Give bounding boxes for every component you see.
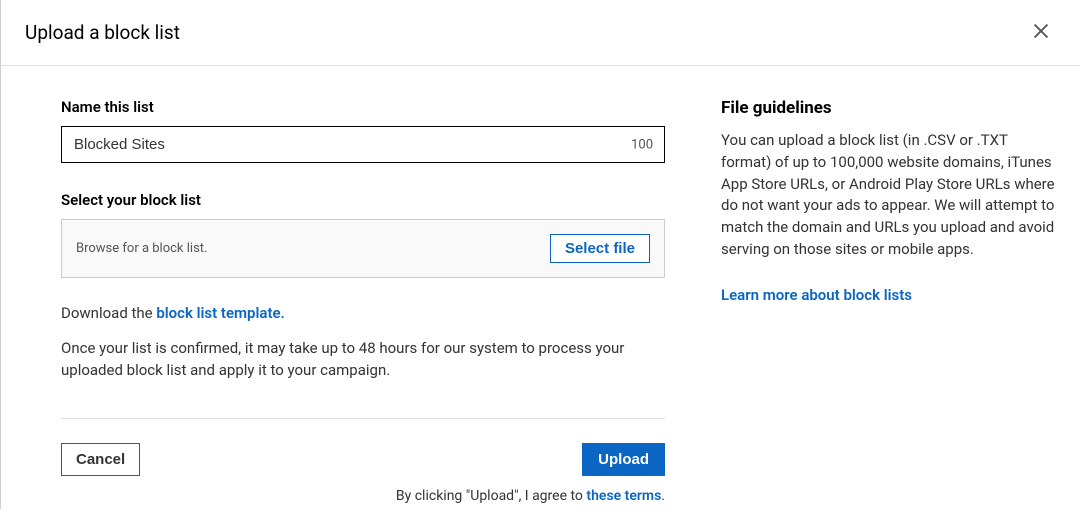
terms-line: By clicking "Upload", I agree to these t… (61, 488, 665, 504)
terms-link[interactable]: these terms (586, 488, 661, 504)
char-remaining: 100 (631, 137, 653, 152)
divider (61, 418, 665, 419)
name-label: Name this list (61, 98, 665, 116)
terms-suffix: . (661, 488, 665, 504)
modal-body: Name this list 100 Select your block lis… (1, 66, 1080, 520)
upload-block-list-modal: Upload a block list Name this list 100 S… (0, 0, 1080, 509)
close-icon (1030, 20, 1052, 45)
list-name-input[interactable] (61, 126, 665, 163)
guidelines-title: File guidelines (721, 98, 1056, 118)
download-prefix: Download the (61, 304, 156, 322)
download-template-link[interactable]: block list template. (156, 304, 284, 322)
select-file-button[interactable]: Select file (550, 234, 650, 263)
select-file-label: Select your block list (61, 191, 665, 209)
form-column: Name this list 100 Select your block lis… (61, 98, 665, 504)
browse-placeholder: Browse for a block list. (76, 241, 207, 256)
learn-more-link[interactable]: Learn more about block lists (721, 286, 912, 304)
browse-box: Browse for a block list. Select file (61, 219, 665, 278)
close-button[interactable] (1026, 16, 1056, 49)
modal-title: Upload a block list (25, 21, 180, 44)
download-template-line: Download the block list template. (61, 304, 665, 322)
processing-note: Once your list is confirmed, it may take… (61, 338, 665, 382)
cancel-button[interactable]: Cancel (61, 443, 140, 476)
action-row: Cancel Upload (61, 443, 665, 476)
name-input-wrap: 100 (61, 126, 665, 163)
guidelines-column: File guidelines You can upload a block l… (721, 98, 1056, 504)
upload-button[interactable]: Upload (582, 443, 665, 476)
modal-header: Upload a block list (1, 0, 1080, 66)
terms-prefix: By clicking "Upload", I agree to (396, 488, 586, 504)
guidelines-body: You can upload a block list (in .CSV or … (721, 130, 1056, 261)
